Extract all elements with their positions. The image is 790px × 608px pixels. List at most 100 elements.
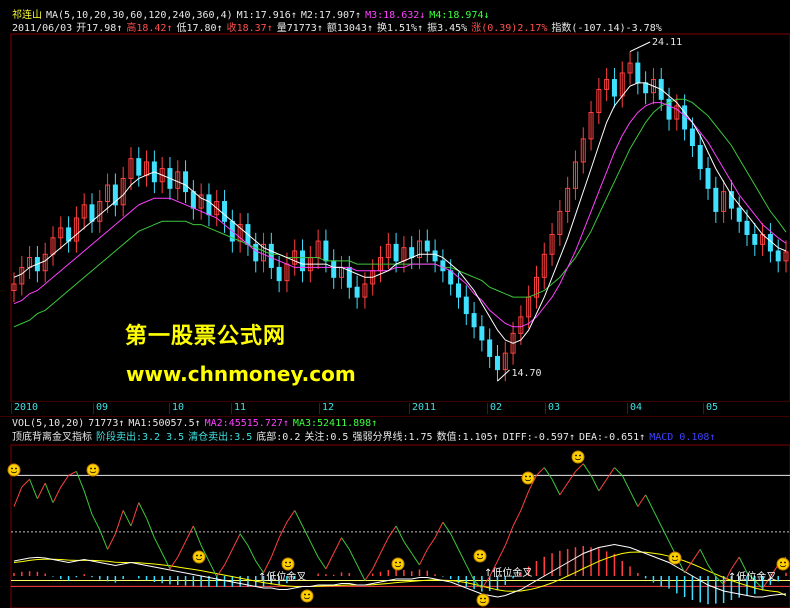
indicator-segment bbox=[426, 537, 436, 550]
header-segment: 强弱分界线:1.75 bbox=[352, 432, 433, 443]
low-marker-line bbox=[497, 369, 510, 382]
date-tick-label: 04 bbox=[626, 402, 643, 414]
candle-body bbox=[424, 240, 430, 252]
indicator-segment bbox=[551, 479, 561, 496]
indicator-segment bbox=[99, 529, 109, 550]
indicator-segment bbox=[309, 541, 319, 558]
indicator-segment bbox=[333, 537, 342, 554]
candle-body bbox=[66, 227, 72, 242]
indicator-segment bbox=[247, 545, 257, 562]
smiley-signal-icon bbox=[86, 463, 100, 477]
candle-body bbox=[697, 144, 703, 170]
smiley-signal-icon bbox=[300, 589, 314, 603]
indicator-segment bbox=[36, 482, 46, 499]
header-segment: 清仓卖出:3.5 bbox=[188, 432, 253, 443]
date-tick-label: 12 bbox=[318, 402, 335, 414]
indicator-segment bbox=[107, 533, 116, 550]
candle-body bbox=[393, 243, 399, 262]
candle-body bbox=[487, 339, 493, 357]
indicator-segment bbox=[138, 502, 148, 519]
indicator-segment bbox=[567, 471, 576, 484]
smiley-eye bbox=[15, 467, 17, 470]
indicator-segment bbox=[341, 537, 350, 550]
indicator-segment bbox=[520, 490, 530, 511]
indicator-segment bbox=[52, 486, 62, 503]
indicator-segment bbox=[153, 537, 163, 554]
indicator-segment bbox=[590, 475, 600, 492]
indicator-panel-frame bbox=[10, 444, 790, 608]
smiley-eye bbox=[529, 475, 531, 478]
indicator-segment bbox=[177, 541, 187, 558]
smiley-eye bbox=[11, 467, 13, 470]
smiley-signal-icon bbox=[521, 471, 535, 485]
smiley-eye bbox=[575, 454, 577, 457]
indicator-segment bbox=[730, 556, 740, 570]
price-chart[interactable]: 24.11 14.70 ↑低位金叉 ↑低位金叉 ↑低位金叉 bbox=[0, 0, 790, 608]
indicator-segment bbox=[356, 564, 366, 581]
header-segment: DIFF:-0.597↑ bbox=[502, 432, 575, 443]
candle-body bbox=[775, 250, 781, 262]
indicator-segment bbox=[372, 553, 381, 570]
ma-magenta-line bbox=[13, 102, 787, 328]
indicator-segment bbox=[582, 463, 592, 476]
indicator-segment bbox=[348, 549, 358, 566]
candle-body bbox=[713, 187, 719, 212]
smiley-eye bbox=[200, 554, 202, 557]
smiley-signal-icon bbox=[668, 551, 682, 565]
indicator-segment bbox=[621, 475, 631, 492]
candle-body bbox=[448, 270, 454, 285]
candle-body bbox=[89, 204, 95, 222]
indicator-segment bbox=[239, 533, 249, 546]
indicator-segment bbox=[231, 533, 241, 550]
indicator-segment bbox=[224, 549, 233, 566]
header-segment: 顶底背离金叉指标 bbox=[12, 432, 92, 443]
smiley-eye bbox=[481, 553, 483, 556]
header-segment: 关注:0.5 bbox=[304, 432, 349, 443]
candle-body bbox=[611, 79, 617, 97]
indicator-segment bbox=[387, 525, 397, 538]
high-price-label: 24.11 bbox=[652, 37, 682, 48]
volume-header-line: VOL(5,10,20) 71773↑ MA1:50057.5↑ MA2:45515.… bbox=[12, 417, 381, 430]
date-tick-label: 11 bbox=[230, 402, 247, 414]
smiley-signal-icon bbox=[776, 557, 790, 571]
watermark-url: www.chnmoney.com bbox=[126, 362, 356, 386]
indicator-segment bbox=[497, 545, 506, 562]
indicator-segment bbox=[660, 525, 670, 542]
candle-body bbox=[136, 158, 142, 176]
indicator-segment bbox=[395, 525, 405, 542]
indicator-segment bbox=[91, 514, 101, 531]
indicator-segment bbox=[629, 490, 639, 507]
date-tick-label: 03 bbox=[544, 402, 561, 414]
indicator-segment bbox=[75, 471, 85, 492]
indicator-segment bbox=[29, 479, 38, 499]
indicator-segment bbox=[364, 568, 374, 581]
date-tick-label: 09 bbox=[92, 402, 109, 414]
smiley-eye bbox=[196, 554, 198, 557]
indicator-segment bbox=[286, 510, 296, 523]
indicator-segment bbox=[536, 467, 545, 476]
watermark-title: 第一股票公式网 bbox=[125, 324, 287, 349]
smiley-signal-icon bbox=[281, 557, 295, 571]
indicator-segment bbox=[255, 560, 264, 574]
low-price-label: 14.70 bbox=[511, 368, 541, 379]
diff-line bbox=[13, 543, 787, 598]
candle-body bbox=[471, 313, 477, 328]
indicator-segment bbox=[60, 475, 70, 488]
smiley-signal-icon bbox=[473, 549, 487, 563]
low-golden-cross-label: ↑低位金叉 bbox=[728, 570, 776, 583]
candle-body bbox=[183, 171, 189, 193]
indicator-segment bbox=[434, 521, 444, 538]
candle-body bbox=[206, 194, 212, 216]
indicator-segment bbox=[114, 510, 124, 534]
candle-body bbox=[276, 266, 282, 282]
smiley-signal-icon bbox=[391, 557, 405, 571]
candle-body bbox=[331, 260, 337, 278]
indicator-segment bbox=[419, 549, 428, 566]
date-tick-label: 10 bbox=[168, 402, 185, 414]
candle-body bbox=[479, 326, 485, 341]
indicator-segment bbox=[450, 533, 459, 550]
smiley-eye bbox=[525, 475, 527, 478]
indicator-segment bbox=[738, 556, 748, 573]
smiley-eye bbox=[399, 561, 401, 564]
date-tick-label: 2010 bbox=[10, 402, 39, 414]
